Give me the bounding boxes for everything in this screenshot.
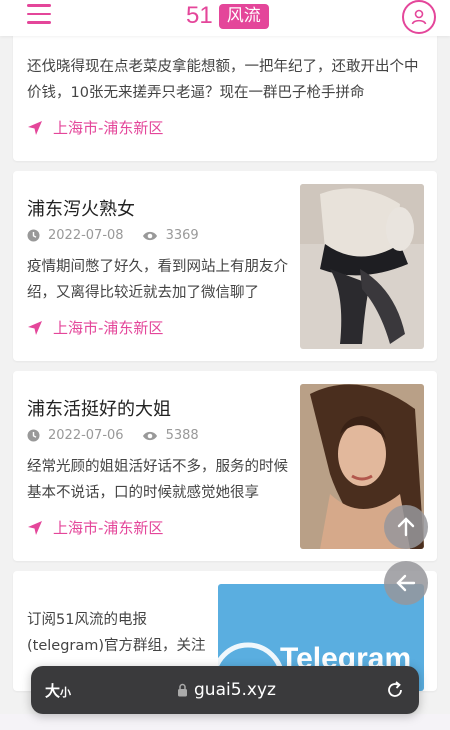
post-location-text: 上海市-浦东新区	[53, 319, 164, 337]
post-title[interactable]: 浦东活挺好的大姐	[27, 395, 171, 421]
post-location-text: 上海市-浦东新区	[53, 119, 164, 137]
location-arrow-icon	[27, 120, 43, 136]
url-text: guai5.xyz	[194, 680, 276, 700]
post-location: 上海市-浦东新区	[27, 117, 163, 138]
post-card[interactable]: 浦东活挺好的大姐 2022-07-06 5388 经常光顾的姐姐活好话不多，服务…	[13, 371, 437, 561]
location-arrow-icon	[27, 520, 43, 536]
post-location: 上海市-浦东新区	[27, 517, 163, 538]
menu-icon[interactable]	[27, 4, 51, 26]
browser-address-bar: 大小 guai5.xyz	[31, 666, 419, 714]
post-location-text: 上海市-浦东新区	[53, 519, 164, 537]
font-size-label: 大	[45, 681, 61, 700]
scroll-top-button[interactable]	[384, 505, 428, 549]
post-title[interactable]: 浦东泻火熟女	[27, 195, 135, 221]
post-excerpt: 疫情期间憋了好久，看到网站上有朋友介绍，又离得比较近就去加了微信聊了	[27, 259, 288, 301]
location-arrow-icon	[27, 320, 43, 336]
post-excerpt: 还伐晓得现在点老菜皮拿能想额，一把年纪了，还敢开出个中价钱，10张无来搓弄只老逼…	[27, 59, 419, 101]
post-excerpt: 订阅51风流的电报(telegram)官方群组，关注	[27, 612, 206, 654]
url-field[interactable]: guai5.xyz	[177, 680, 276, 700]
reload-icon[interactable]	[385, 680, 405, 700]
arrow-left-icon	[396, 574, 416, 592]
post-meta: 2022-07-08 3369	[27, 228, 199, 243]
font-size-button[interactable]: 大小	[45, 680, 71, 701]
clock-icon	[27, 229, 40, 242]
post-date: 2022-07-06	[48, 428, 124, 443]
lock-icon	[177, 683, 188, 697]
post-card[interactable]: 浦东泻火熟女 2022-07-08 3369 疫情期间憋了好久，看到网站上有朋友…	[13, 171, 437, 361]
post-excerpt: 经常光顾的姐姐活好话不多，服务的时候基本不说话，口的时候就感觉她很享	[27, 459, 288, 501]
site-header: 51 风流	[0, 0, 450, 36]
logo-badge: 风流	[218, 3, 269, 29]
site-logo[interactable]: 51 风流	[186, 2, 269, 30]
post-views: 5388	[165, 428, 199, 443]
eye-icon	[142, 230, 158, 242]
post-date: 2022-07-08	[48, 228, 124, 243]
user-icon[interactable]	[402, 0, 436, 34]
post-views: 3369	[165, 228, 199, 243]
eye-icon	[142, 430, 158, 442]
font-size-small: 小	[60, 685, 72, 699]
bottom-toolbar-strip	[0, 714, 450, 730]
clock-icon	[27, 429, 40, 442]
arrow-up-icon	[397, 517, 415, 537]
logo-number: 51	[186, 2, 213, 29]
back-button[interactable]	[384, 561, 428, 605]
post-location: 上海市-浦东新区	[27, 317, 163, 338]
post-thumbnail[interactable]	[300, 184, 424, 349]
post-meta: 2022-07-06 5388	[27, 428, 199, 443]
